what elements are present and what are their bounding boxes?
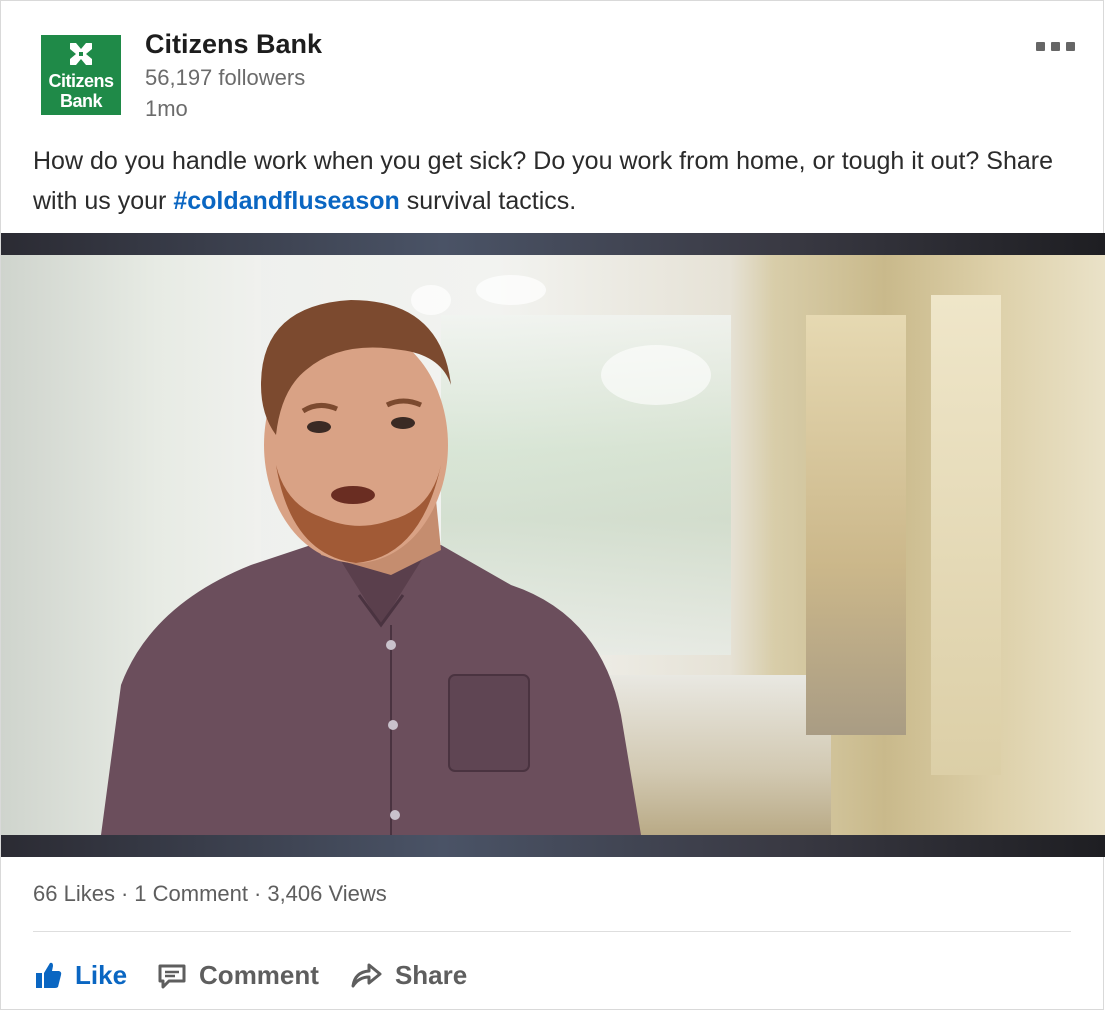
separator-dot: · (120, 881, 129, 906)
like-label: Like (75, 959, 128, 990)
comments-count[interactable]: 1 Comment (134, 881, 248, 906)
social-actions: Like Comment Share (33, 953, 497, 997)
follower-count: 56,197 followers (145, 65, 306, 90)
comment-label: Comment (199, 959, 319, 990)
ellipsis-icon (1051, 41, 1060, 51)
speaker-image (101, 300, 641, 835)
ellipsis-icon (1066, 41, 1075, 51)
hashtag-link[interactable]: #coldandfluseason (173, 187, 399, 215)
separator-dot: · (254, 881, 262, 906)
like-button[interactable]: Like (33, 960, 127, 991)
video-player[interactable] (1, 233, 1105, 857)
thumbs-up-icon (36, 962, 62, 988)
more-options-button[interactable] (1031, 39, 1075, 53)
logo-text-line2: Bank (59, 91, 103, 111)
likes-count[interactable]: 66 Likes (33, 881, 115, 906)
citizens-logo-icon (70, 43, 92, 65)
share-button[interactable]: Share (349, 960, 467, 991)
ellipsis-icon (1036, 41, 1045, 51)
post-time: 1mo (145, 96, 188, 121)
share-label: Share (394, 959, 468, 990)
social-counts: 66 Likes · 1 Comment · 3,406 Views (33, 881, 387, 907)
logo-text-line1: Citizens (48, 71, 114, 91)
views-count: 3,406 Views (267, 881, 387, 906)
post-text-tail: survival tactics. (399, 187, 577, 215)
company-name-link[interactable]: Citizens Bank (145, 29, 322, 60)
comment-button[interactable]: Comment (157, 960, 319, 991)
feed-post: Citizens Bank Citizens Bank 56,197 follo… (0, 0, 1105, 1010)
post-text: How do you handle work when you get sick… (33, 141, 1083, 221)
comment-icon (158, 964, 186, 989)
video-frame (1, 255, 1105, 835)
divider (33, 931, 1071, 932)
company-logo[interactable]: Citizens Bank (41, 35, 121, 115)
share-arrow-icon (351, 963, 382, 988)
